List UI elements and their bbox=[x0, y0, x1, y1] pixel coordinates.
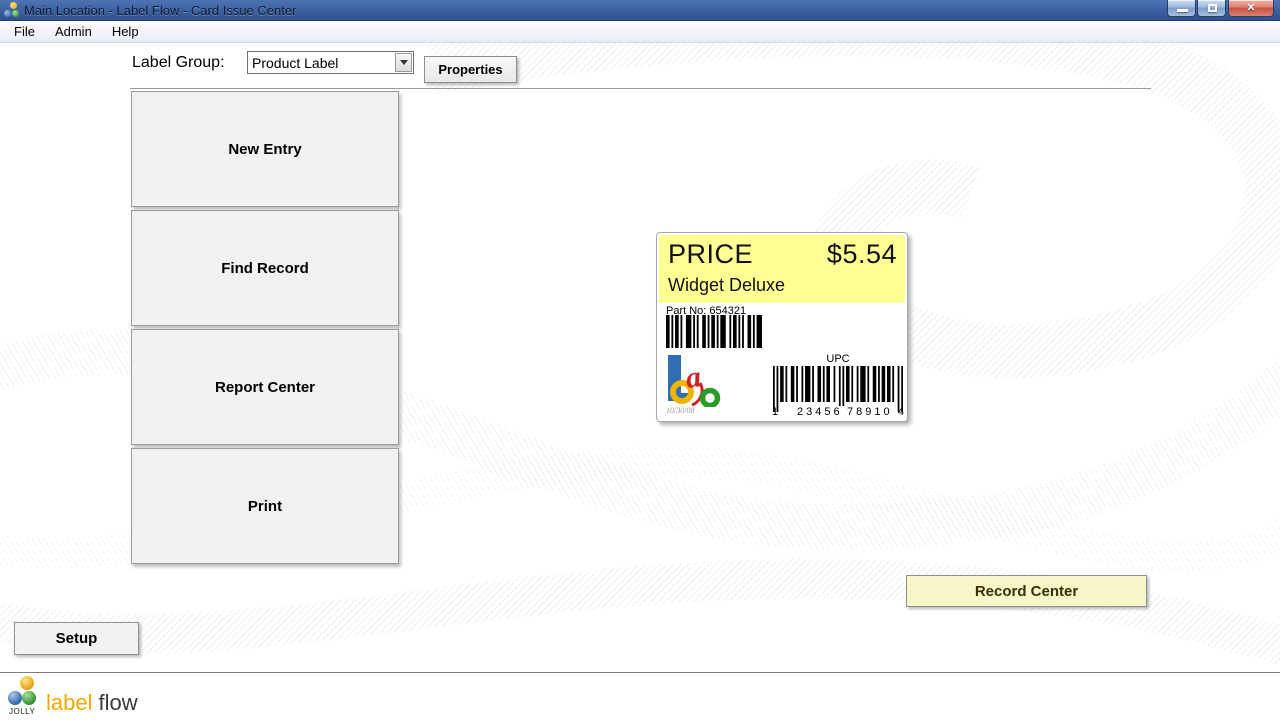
menu-help[interactable]: Help bbox=[102, 22, 149, 41]
label-date: 10/30/08 bbox=[666, 406, 694, 415]
menu-admin[interactable]: Admin bbox=[45, 22, 102, 41]
upc-block: UPC 1 23456 78910 4 bbox=[773, 353, 903, 418]
label-group-dropdown[interactable]: Product Label bbox=[247, 51, 414, 74]
sample-logo-graphic: a bbox=[666, 355, 730, 407]
label-group-label: Label Group: bbox=[132, 54, 225, 72]
window-title: Main Location - Label Flow - Card Issue … bbox=[24, 3, 296, 18]
jolly-logo-green-sphere bbox=[22, 691, 36, 705]
product-name: Widget Deluxe bbox=[668, 275, 897, 296]
menu-bar: File Admin Help bbox=[0, 21, 1280, 43]
upc-digits: 1 23456 78910 4 bbox=[773, 406, 903, 418]
upc-digit-check: 4 bbox=[898, 406, 904, 418]
label-group-selected-value: Product Label bbox=[248, 55, 395, 71]
app-icon-blue-dot bbox=[4, 10, 11, 17]
dropdown-arrow-button[interactable] bbox=[395, 53, 412, 72]
minimize-icon bbox=[1177, 9, 1188, 12]
upc-digit-lead: 1 bbox=[772, 406, 778, 418]
header-divider bbox=[130, 88, 1151, 89]
price-value: $5.54 bbox=[827, 239, 897, 270]
label-preview: PRICE $5.54 Widget Deluxe Part No: 65432… bbox=[656, 232, 908, 422]
product-brand: labelflow bbox=[46, 690, 138, 716]
close-icon: ✕ bbox=[1229, 1, 1273, 14]
app-window: Main Location - Label Flow - Card Issue … bbox=[0, 0, 1280, 720]
record-center-button[interactable]: Record Center bbox=[906, 575, 1147, 607]
jolly-logo-blue-sphere bbox=[8, 691, 22, 705]
print-button[interactable]: Print bbox=[131, 448, 399, 564]
new-entry-button[interactable]: New Entry bbox=[131, 91, 399, 207]
part-number-barcode bbox=[666, 315, 762, 348]
setup-button[interactable]: Setup bbox=[14, 622, 139, 655]
brand-word-flow: flow bbox=[98, 690, 137, 715]
report-center-button[interactable]: Report Center bbox=[131, 329, 399, 445]
app-icon bbox=[4, 2, 20, 18]
chevron-down-icon bbox=[400, 60, 408, 65]
restore-button[interactable] bbox=[1197, 0, 1226, 17]
upc-digit-left: 23456 bbox=[795, 406, 845, 418]
minimize-button[interactable] bbox=[1167, 0, 1196, 17]
jolly-logo-yellow-sphere bbox=[20, 676, 34, 690]
jolly-logo: JOLLY bbox=[8, 676, 42, 716]
title-bar: Main Location - Label Flow - Card Issue … bbox=[0, 0, 1280, 21]
app-icon-green-dot bbox=[12, 10, 19, 17]
find-record-button[interactable]: Find Record bbox=[131, 210, 399, 326]
label-preview-header: PRICE $5.54 Widget Deluxe bbox=[659, 235, 905, 303]
brand-word-label: label bbox=[46, 690, 92, 715]
properties-button[interactable]: Properties bbox=[424, 56, 517, 83]
close-button[interactable]: ✕ bbox=[1228, 0, 1274, 17]
main-content: Label Group: Product Label Properties Ne… bbox=[0, 43, 1280, 672]
svg-text:a: a bbox=[684, 360, 703, 395]
jolly-brand-name: JOLLY bbox=[9, 707, 35, 716]
footer: JOLLY labelflow bbox=[0, 672, 1280, 720]
menu-file[interactable]: File bbox=[4, 22, 45, 41]
window-controls: ✕ bbox=[1167, 0, 1274, 17]
upc-digit-right: 78910 bbox=[845, 406, 895, 418]
upc-label: UPC bbox=[773, 353, 903, 365]
price-label: PRICE bbox=[668, 239, 753, 270]
app-icon-yellow-dot bbox=[10, 2, 17, 9]
restore-icon bbox=[1208, 4, 1217, 12]
